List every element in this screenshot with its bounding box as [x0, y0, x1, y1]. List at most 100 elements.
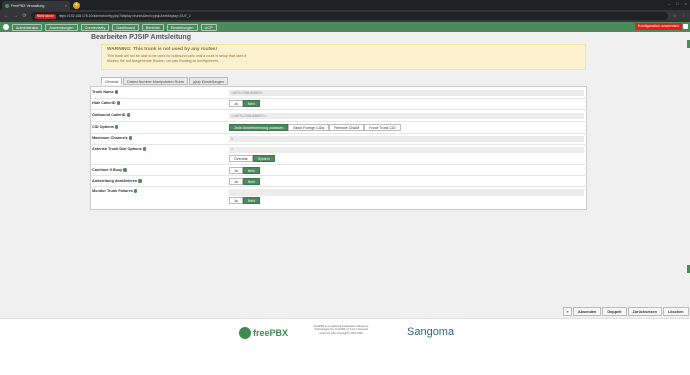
help-icon[interactable]: [142, 147, 147, 151]
outbound-callerid-input[interactable]: <<ARTLCHNUMMER>>: [229, 113, 584, 119]
freepbx-logo-icon[interactable]: [3, 24, 9, 30]
disable-trunk-label-text: Amtsleitung deaktivieren: [92, 179, 138, 183]
menu-admin[interactable]: Administrator: [12, 23, 43, 31]
freepbx-mark-icon: [239, 327, 251, 339]
help-icon[interactable]: [133, 189, 138, 193]
divider: [91, 133, 588, 134]
page-title: Bearbeiten PJSIP Amtsleitung: [91, 34, 191, 41]
help-icon[interactable]: [114, 90, 119, 94]
duplicate-button[interactable]: Doppelt: [602, 307, 627, 316]
menu-connectivity[interactable]: Connectivity: [80, 23, 110, 31]
new-tab-button[interactable]: +: [73, 2, 80, 9]
monitor-failures-no[interactable]: Nein: [242, 197, 261, 204]
dial-options-label: Asterisk Trunk Dial Options: [92, 147, 147, 151]
help-icon[interactable]: [128, 136, 133, 140]
forward-icon[interactable]: →: [13, 13, 18, 19]
close-tab-icon[interactable]: ×: [65, 3, 67, 8]
continue-busy-no[interactable]: Nein: [242, 167, 261, 174]
tab-dial-rules[interactable]: Dialed Number Manipulation Rules: [123, 77, 189, 85]
tab-title: FreePBX Verwaltung: [11, 3, 45, 8]
trunk-name-input[interactable]: <ARTLCHNUMMER>: [229, 90, 584, 96]
divider: [91, 121, 588, 122]
menu-dashboard[interactable]: Dashboard: [112, 23, 139, 31]
divider: [91, 98, 588, 99]
dial-options-override[interactable]: Override: [229, 155, 253, 162]
hide-callerid-label-text: Hide CallerID: [92, 101, 116, 105]
continue-busy-yes[interactable]: Ja: [229, 167, 243, 174]
browser-toolbar-icons: ☆ ⋮: [672, 13, 686, 19]
outbound-callerid-label: Outbound CallerID: [92, 113, 131, 117]
cid-options-group: Jede Anruferkennung zulassen Block Forei…: [229, 124, 401, 131]
browser-tab[interactable]: FreePBX Verwaltung ×: [2, 1, 70, 10]
continue-busy-label-text: Continue if Busy: [92, 168, 123, 172]
menu-ucp[interactable]: UCP: [200, 23, 217, 31]
submit-button[interactable]: Absenden: [573, 307, 602, 316]
close-window-icon[interactable]: ×: [685, 1, 687, 6]
help-icon[interactable]: [126, 113, 131, 117]
maximize-icon[interactable]: □: [676, 1, 678, 6]
disable-trunk-no[interactable]: Nein: [242, 178, 261, 185]
window-controls: – □ ×: [668, 1, 687, 6]
delete-button[interactable]: Löschen: [662, 307, 689, 316]
back-icon[interactable]: ←: [4, 13, 9, 19]
tab-general[interactable]: General: [101, 77, 123, 85]
max-channels-input[interactable]: 0: [229, 136, 584, 142]
insecure-badge[interactable]: Nicht sicher: [35, 13, 56, 19]
warning-line-2: Klicken Sie auf Ausgehende Routen, um da…: [107, 59, 220, 63]
disable-trunk-yes[interactable]: Ja: [229, 178, 243, 185]
tab-pjsip-settings[interactable]: pjsip Einstellungen: [189, 77, 228, 85]
dial-options-label-text: Asterisk Trunk Dial Options: [92, 147, 142, 151]
monitor-failures-label: Monitor Trunk Failures: [92, 189, 138, 193]
monitor-failures-label-text: Monitor Trunk Failures: [92, 189, 133, 193]
monitor-failures-yes[interactable]: Ja: [229, 197, 243, 204]
url-field[interactable]: Nicht sicher https://192.168.178.10/admi…: [31, 12, 669, 20]
reload-icon[interactable]: ⟳: [22, 13, 27, 19]
freepbx-favicon-icon: [5, 3, 9, 8]
continue-busy-label: Continue if Busy: [92, 168, 127, 172]
freepbx-footer-logo: freePBX: [239, 327, 288, 339]
help-icon[interactable]: [138, 179, 142, 183]
divider: [91, 186, 588, 187]
divider: [91, 175, 588, 176]
divider: [91, 109, 588, 110]
help-icon[interactable]: [116, 101, 121, 105]
warning-line-1: This trunk will not be able to be used f…: [107, 54, 248, 58]
cid-force-trunk[interactable]: Force Trunk CID: [364, 124, 401, 131]
disable-trunk-label: Amtsleitung deaktivieren: [92, 179, 142, 183]
help-icon[interactable]: [114, 125, 119, 129]
apply-config-button[interactable]: Konfiguration anwenden: [635, 23, 682, 30]
cid-remove-cnam[interactable]: Remove CNAM: [329, 124, 365, 131]
hide-callerid-label: Hide CallerID: [92, 101, 121, 105]
hide-callerid-no[interactable]: Nein: [242, 100, 261, 107]
help-icon[interactable]: [123, 168, 127, 172]
divider: [91, 144, 588, 145]
cid-block-foreign[interactable]: Block Foreign CIDs: [288, 124, 330, 131]
trunk-name-label: Trunk Name: [92, 90, 119, 94]
browser-tab-strip: FreePBX Verwaltung × + – □ ×: [0, 0, 690, 10]
browser-menu-icon[interactable]: ⋮: [682, 13, 687, 19]
menu-applications[interactable]: Anwendungen: [45, 23, 78, 31]
minimize-icon[interactable]: –: [668, 1, 670, 6]
address-bar: ← → ⟳ Nicht sicher https://192.168.178.1…: [0, 10, 690, 22]
action-button-bar: » Absenden Doppelt Zurücksetzen Löschen: [563, 307, 689, 316]
menu-settings[interactable]: Einstellungen: [166, 23, 198, 31]
form-tabs: General Dialed Number Manipulation Rules…: [101, 77, 228, 85]
cid-options-label: CID Options: [92, 125, 119, 129]
monitor-failures-input[interactable]: [229, 189, 584, 196]
collapse-arrow-button[interactable]: »: [563, 307, 572, 316]
dial-options-system[interactable]: System: [252, 155, 275, 162]
form-panel: Trunk Name <ARTLCHNUMMER> Hide CallerID …: [90, 86, 588, 210]
freepbx-brand: freePBX: [253, 328, 289, 338]
hide-callerid-yes[interactable]: Ja: [229, 100, 243, 107]
hide-callerid-toggle: Ja Nein: [229, 100, 261, 107]
reset-button[interactable]: Zurücksetzen: [627, 307, 662, 316]
footer: freePBX FreePBX is a registered trademar…: [0, 318, 690, 375]
footer-legal: FreePBX is a registered trademark of San…: [313, 325, 369, 335]
menu-reports[interactable]: Berichte: [141, 23, 164, 31]
cid-allow-any[interactable]: Jede Anruferkennung zulassen: [229, 124, 289, 131]
dial-options-input[interactable]: T: [229, 147, 584, 153]
sangoma-logo: Sangoma: [407, 326, 455, 338]
search-icon[interactable]: [683, 24, 688, 29]
monitor-failures-toggle: Ja Nein: [229, 197, 261, 204]
bookmark-star-icon[interactable]: ☆: [672, 13, 676, 19]
